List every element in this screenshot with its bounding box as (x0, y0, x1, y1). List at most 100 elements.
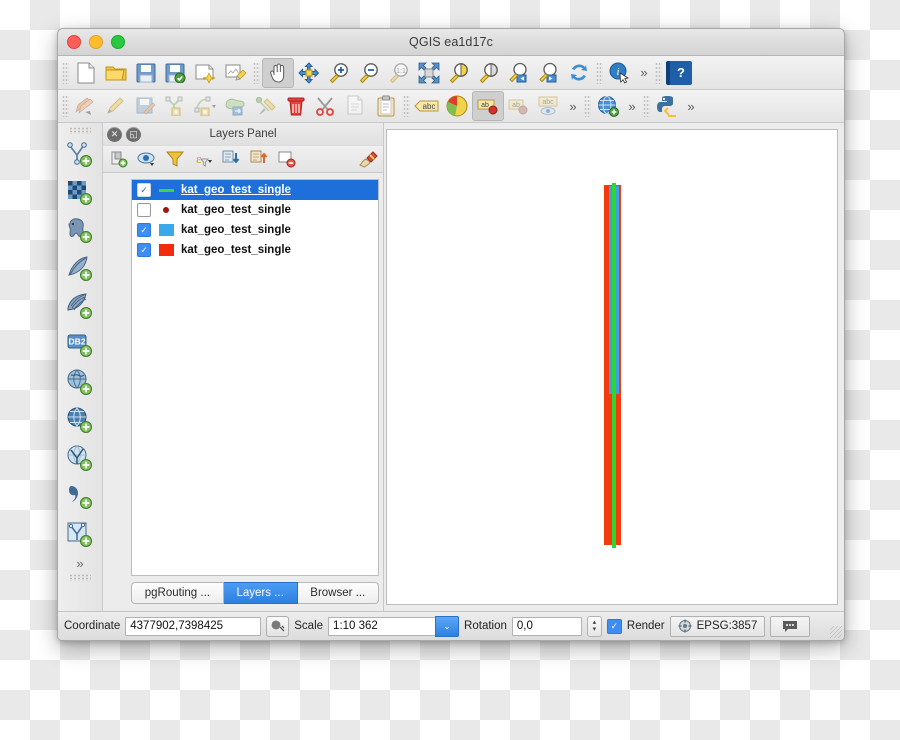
metasearch-icon[interactable] (593, 92, 623, 120)
add-delimited-text-layer-icon[interactable] (63, 479, 97, 513)
panel-tab[interactable]: Layers ... (223, 582, 298, 604)
composer-manager-icon[interactable] (221, 59, 251, 87)
identify-features-icon[interactable]: i (605, 59, 635, 87)
node-tool-icon[interactable] (251, 92, 281, 120)
toolbar-grip[interactable] (253, 61, 260, 84)
vertical-toolbar-overflow-icon[interactable]: » (76, 553, 83, 573)
messages-button[interactable] (770, 615, 811, 637)
python-console-icon[interactable] (652, 92, 682, 120)
add-wcs-layer-icon[interactable] (63, 403, 97, 437)
toolbar-grip[interactable] (69, 127, 91, 134)
panel-tab[interactable]: pgRouting ... (131, 582, 224, 604)
render-checkbox[interactable]: ✓ (606, 618, 622, 634)
add-group-icon[interactable] (105, 147, 133, 171)
toolbar-grip[interactable] (596, 61, 603, 84)
rotation-spinner[interactable]: ▴ ▾ (586, 615, 602, 637)
coordinate-input[interactable]: 4377902,7398425 (125, 616, 262, 636)
add-vector-layer-icon[interactable] (63, 137, 97, 171)
zoom-out-icon[interactable] (354, 59, 384, 87)
spinner-up-icon[interactable]: ▴ (593, 619, 597, 626)
add-circular-string-icon[interactable] (191, 92, 221, 120)
layer-visibility-checkbox[interactable]: ✓ (137, 243, 151, 257)
close-window-button[interactable] (67, 35, 81, 49)
add-virtual-layer-icon[interactable] (63, 517, 97, 551)
help-button[interactable]: ? (666, 60, 692, 85)
move-feature-icon[interactable] (221, 92, 251, 120)
toolbar-grip[interactable] (69, 574, 91, 581)
save-project-as-icon[interactable] (161, 59, 191, 87)
filter-legend-expression-icon[interactable]: ε (189, 147, 217, 171)
zoom-next-icon[interactable] (534, 59, 564, 87)
add-db2-layer-icon[interactable]: DB2 (63, 327, 97, 361)
scale-value[interactable]: 1:10 362 (328, 616, 436, 636)
scale-combobox[interactable]: 1:10 362 ⌄ (328, 615, 460, 637)
save-project-icon[interactable] (131, 59, 161, 87)
zoom-last-icon[interactable] (504, 59, 534, 87)
remove-layer-icon[interactable] (273, 147, 301, 171)
toolbar-grip[interactable] (643, 95, 650, 117)
expand-all-icon[interactable] (245, 147, 273, 171)
rotate-label-icon[interactable]: ab (504, 92, 534, 120)
current-edits-icon[interactable] (71, 92, 101, 120)
add-wfs-layer-icon[interactable] (63, 441, 97, 475)
maximize-window-button[interactable] (111, 35, 125, 49)
save-layer-edits-icon[interactable] (131, 92, 161, 120)
web-overflow-icon[interactable]: » (623, 99, 641, 114)
zoom-to-layer-icon[interactable] (474, 59, 504, 87)
pan-to-selection-icon[interactable] (294, 59, 324, 87)
open-layer-styling-icon[interactable] (355, 147, 383, 171)
toolbar-grip[interactable] (403, 95, 410, 117)
layer-row[interactable]: kat_geo_test_single (132, 200, 378, 220)
crs-status-button[interactable]: EPSG:3857 (669, 615, 766, 637)
minimize-window-button[interactable] (89, 35, 103, 49)
new-print-composer-icon[interactable] (191, 59, 221, 87)
toolbar-grip[interactable] (584, 95, 591, 117)
add-wms-layer-icon[interactable] (63, 365, 97, 399)
toggle-editing-icon[interactable] (101, 92, 131, 120)
paste-features-icon[interactable] (371, 92, 401, 120)
extents-toggle-icon[interactable] (266, 615, 290, 637)
panel-tab[interactable]: Browser ... (297, 582, 379, 604)
filter-legend-icon[interactable] (161, 147, 189, 171)
add-raster-layer-icon[interactable] (63, 175, 97, 209)
change-label-icon[interactable]: abc (534, 92, 564, 120)
toolbar-overflow-icon[interactable]: » (635, 65, 653, 80)
spinner-down-icon[interactable]: ▾ (593, 626, 597, 633)
delete-selected-icon[interactable] (281, 92, 311, 120)
diagram-properties-icon[interactable] (442, 92, 472, 120)
layer-row[interactable]: ✓ kat_geo_test_single (132, 240, 378, 260)
layer-visibility-checkbox[interactable]: ✓ (137, 183, 151, 197)
labels-overflow-icon[interactable]: » (564, 99, 582, 114)
zoom-to-selection-icon[interactable] (444, 59, 474, 87)
window-resize-grip[interactable] (830, 626, 842, 638)
layer-visibility-checkbox[interactable] (137, 203, 151, 217)
toolbar-grip[interactable] (62, 95, 69, 117)
move-label-icon[interactable]: ab (472, 91, 504, 121)
collapse-all-icon[interactable] (217, 147, 245, 171)
open-project-icon[interactable] (101, 59, 131, 87)
toolbar-grip[interactable] (62, 61, 69, 84)
zoom-in-icon[interactable] (324, 59, 354, 87)
add-mssql-layer-icon[interactable] (63, 289, 97, 323)
close-icon[interactable]: ✕ (107, 126, 122, 142)
toolbar-grip[interactable] (655, 61, 662, 84)
manage-layer-visibility-icon[interactable] (133, 147, 161, 171)
add-feature-icon[interactable] (161, 92, 191, 120)
plugins-overflow-icon[interactable]: » (682, 99, 700, 114)
layer-row[interactable]: ✓ kat_geo_test_single (132, 220, 378, 240)
new-project-icon[interactable] (71, 59, 101, 87)
undock-panel-icon[interactable]: ◱ (126, 126, 141, 142)
layer-row[interactable]: ✓ kat_geo_test_single (132, 180, 378, 200)
pan-map-icon[interactable] (262, 57, 294, 88)
cut-features-icon[interactable] (311, 92, 341, 120)
zoom-native-icon[interactable]: 1:1 (384, 59, 414, 87)
zoom-full-icon[interactable] (414, 59, 444, 87)
chevron-down-icon[interactable]: ⌄ (435, 615, 460, 637)
layer-tree[interactable]: ✓ kat_geo_test_single kat_geo_test_single ✓… (131, 179, 379, 576)
copy-features-icon[interactable] (341, 92, 371, 120)
refresh-icon[interactable] (564, 59, 594, 87)
add-postgis-layer-icon[interactable] (63, 213, 97, 247)
map-canvas[interactable] (386, 129, 838, 605)
add-spatialite-layer-icon[interactable] (63, 251, 97, 285)
layer-visibility-checkbox[interactable]: ✓ (137, 223, 151, 237)
